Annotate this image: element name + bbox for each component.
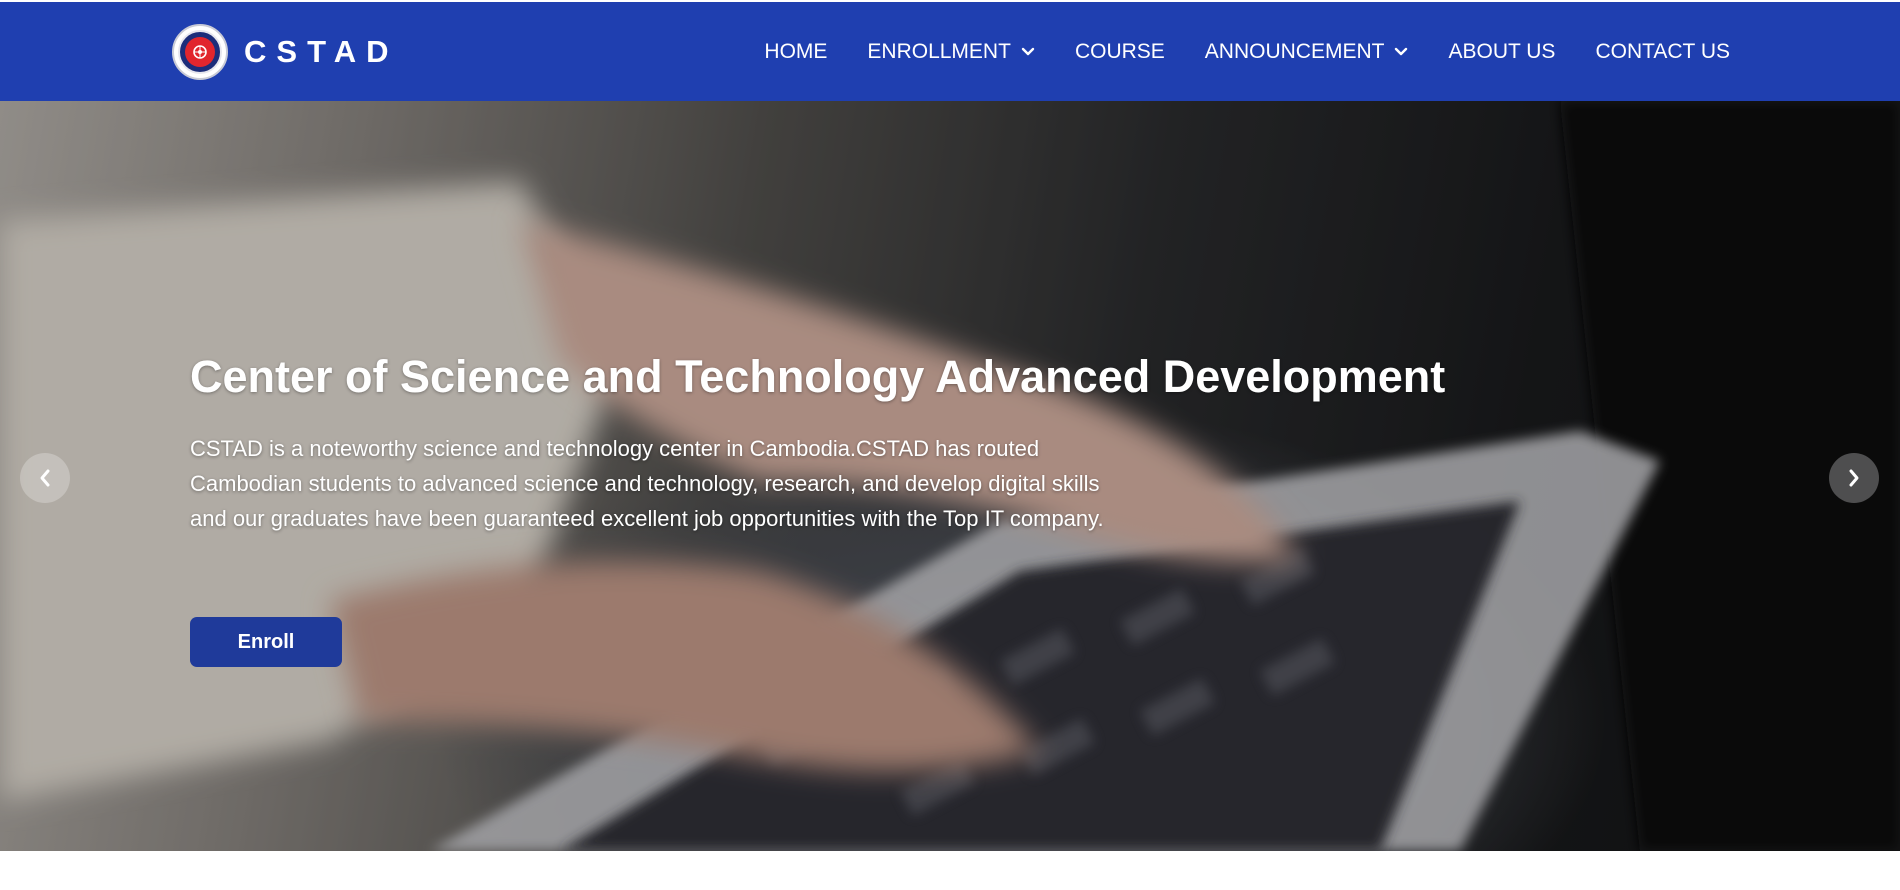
chevron-down-icon[interactable] xyxy=(1394,47,1408,57)
nav-item-label[interactable]: ANNOUNCEMENT xyxy=(1205,40,1385,64)
main-nav: HOME ENROLLMENT COURSE ANNOUNCEMENT ABOU… xyxy=(724,2,1730,101)
nav-item-contact-us[interactable]: CONTACT US xyxy=(1595,40,1730,64)
nav-item-label[interactable]: ENROLLMENT xyxy=(867,40,1011,64)
chevron-down-icon[interactable] xyxy=(1021,47,1035,57)
page-below-hero xyxy=(0,851,1900,890)
hero-content: Center of Science and Technology Advance… xyxy=(190,349,1490,536)
navbar: CSTAD HOME ENROLLMENT COURSE ANNOUNCEMEN… xyxy=(0,2,1900,101)
carousel-next-button[interactable] xyxy=(1829,453,1879,503)
nav-item-label[interactable]: COURSE xyxy=(1075,40,1165,64)
brand-name[interactable]: CSTAD xyxy=(244,34,398,70)
logo-core xyxy=(185,37,215,67)
hero-title: Center of Science and Technology Advance… xyxy=(190,351,1446,402)
nav-item-label[interactable]: CONTACT US xyxy=(1595,40,1730,64)
brand[interactable]: CSTAD xyxy=(172,24,398,80)
hero-carousel: Center of Science and Technology Advance… xyxy=(0,101,1900,851)
carousel-prev-button[interactable] xyxy=(20,453,70,503)
page: CSTAD HOME ENROLLMENT COURSE ANNOUNCEMEN… xyxy=(0,0,1900,890)
enroll-button[interactable]: Enroll xyxy=(190,617,342,667)
logo-emblem-icon xyxy=(193,45,207,59)
nav-item-home[interactable]: HOME xyxy=(764,40,827,64)
nav-item-label[interactable]: HOME xyxy=(764,40,827,64)
nav-item-about-us[interactable]: ABOUT US xyxy=(1448,40,1555,64)
chevron-right-icon[interactable] xyxy=(1846,467,1862,489)
chevron-left-icon[interactable] xyxy=(37,467,53,489)
nav-item-label[interactable]: ABOUT US xyxy=(1448,40,1555,64)
hero-description: CSTAD is a noteworthy science and techno… xyxy=(190,436,1104,531)
nav-item-announcement[interactable]: ANNOUNCEMENT xyxy=(1205,40,1409,64)
cstad-seal-logo-icon[interactable] xyxy=(172,24,228,80)
nav-item-enrollment[interactable]: ENROLLMENT xyxy=(867,40,1035,64)
logo-ring xyxy=(178,30,222,74)
nav-item-course[interactable]: COURSE xyxy=(1075,40,1165,64)
